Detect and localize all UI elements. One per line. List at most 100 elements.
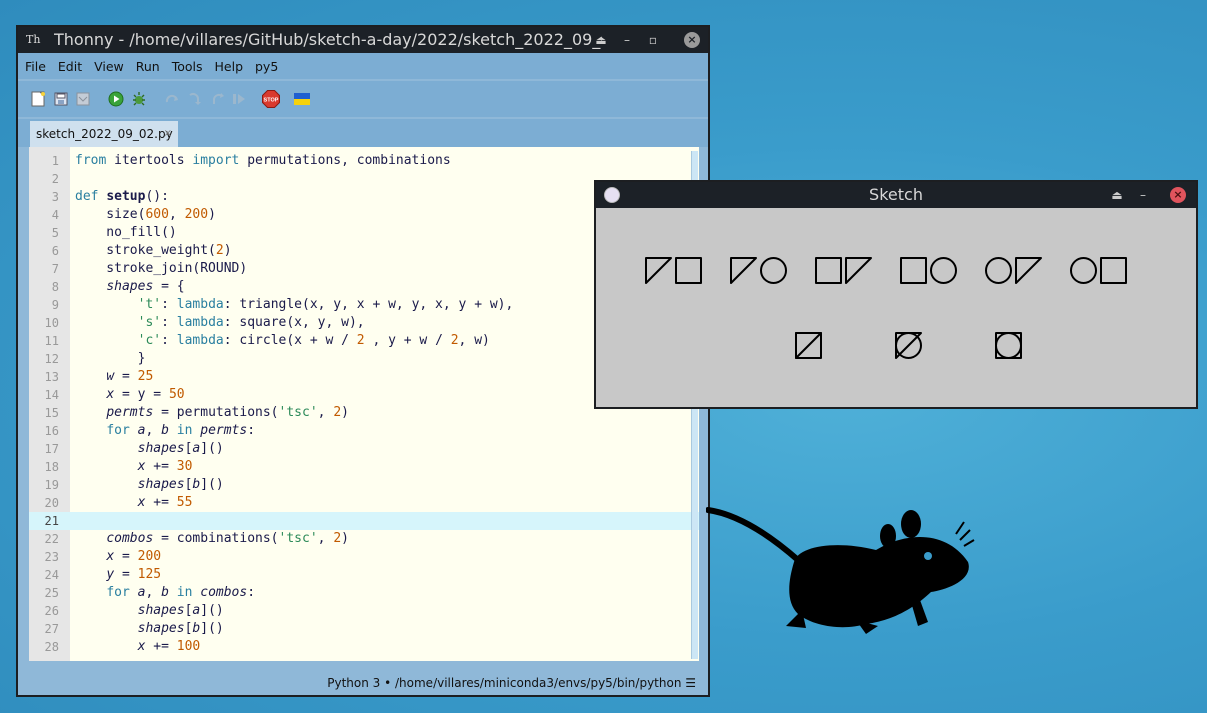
sketch-titlebar[interactable]: Sketch ⏏ – × [596, 182, 1196, 208]
triangle-shape [645, 257, 672, 284]
square-shape [1100, 257, 1127, 284]
line-number: 23 [44, 550, 59, 564]
step-into-icon[interactable] [186, 91, 202, 107]
code-line[interactable]: 19 shapes[b]() [29, 476, 699, 494]
menu-py5[interactable]: py5 [255, 53, 278, 81]
menu-run[interactable]: Run [136, 53, 160, 81]
code-line[interactable]: 24 y = 125 [29, 566, 699, 584]
code-text: w = 25 [106, 369, 154, 384]
sketch-canvas[interactable] [596, 208, 1196, 408]
code-text: } [75, 351, 146, 366]
debug-icon[interactable] [131, 91, 147, 107]
menu-file[interactable]: File [25, 53, 46, 81]
code-text: shapes[a]() [137, 603, 224, 618]
step-out-icon[interactable] [210, 91, 226, 107]
circle-shape [930, 257, 957, 284]
line-number: 20 [44, 496, 59, 510]
circle-shape [985, 257, 1012, 284]
sketch-close-button[interactable]: × [1170, 187, 1186, 203]
circle-shape [995, 332, 1022, 359]
desktop-mouse-logo [706, 507, 975, 634]
circle-shape [1070, 257, 1097, 284]
tab-close-icon[interactable]: × [164, 121, 172, 147]
code-text: stroke_join(ROUND) [75, 261, 248, 276]
thonny-app-icon: Th [26, 33, 41, 46]
line-number: 1 [51, 154, 59, 168]
code-line[interactable]: 18 x += 30 [29, 458, 699, 476]
code-text: shapes = { [106, 279, 185, 294]
code-line[interactable]: 17 shapes[a]() [29, 440, 699, 458]
line-number: 2 [51, 172, 59, 186]
line-number: 13 [44, 370, 59, 384]
stop-icon[interactable]: STOP [262, 90, 280, 108]
code-line[interactable]: 1 from itertools import permutations, com… [29, 152, 699, 170]
code-text: no_fill() [75, 225, 177, 240]
menu-view[interactable]: View [94, 53, 124, 81]
code-text: x += 100 [137, 639, 201, 654]
line-number: 24 [44, 568, 59, 582]
code-text: 't': lambda: triangle(x, y, x + w, y, x,… [137, 297, 514, 312]
save-file-icon[interactable] [75, 91, 91, 107]
line-number: 22 [44, 532, 59, 546]
new-file-icon[interactable] [30, 91, 46, 107]
line-number: 21 [29, 512, 59, 530]
code-line[interactable]: 16 for a, b in permts: [29, 422, 699, 440]
thonny-titlebar[interactable]: Th Thonny - /home/villares/GitHub/sketch… [18, 27, 708, 53]
code-line[interactable]: 26 shapes[a]() [29, 602, 699, 620]
code-text: x = 200 [106, 549, 162, 564]
resume-icon[interactable] [231, 91, 247, 107]
square-shape [815, 257, 842, 284]
code-line[interactable]: 22 combos = combinations('tsc', 2) [29, 530, 699, 548]
line-number: 6 [51, 244, 59, 258]
code-text: stroke_weight(2) [75, 243, 232, 258]
code-text: for a, b in combos: [106, 585, 256, 600]
sketch-window[interactable]: Sketch ⏏ – × [594, 180, 1198, 409]
circle-shape [760, 257, 787, 284]
menu-tools[interactable]: Tools [172, 53, 203, 81]
triangle-shape [795, 332, 822, 359]
square-shape [675, 257, 702, 284]
sketch-shade-button[interactable]: ⏏ [1108, 182, 1126, 208]
toolbar: STOP [18, 81, 708, 117]
tab-sketch-file[interactable]: sketch_2022_09_02.py × [30, 121, 178, 147]
open-file-icon[interactable] [53, 91, 69, 107]
code-line[interactable]: 27 shapes[b]() [29, 620, 699, 638]
line-number: 17 [44, 442, 59, 456]
line-number: 18 [44, 460, 59, 474]
line-number: 3 [51, 190, 59, 204]
code-line[interactable]: 20 x += 55 [29, 494, 699, 512]
sketch-minimize-button[interactable]: – [1134, 182, 1152, 208]
ukraine-flag-icon[interactable] [294, 91, 310, 107]
shade-button[interactable]: ⏏ [592, 27, 610, 53]
code-line[interactable]: 25 for a, b in combos: [29, 584, 699, 602]
line-number: 11 [44, 334, 59, 348]
code-text: shapes[a]() [137, 441, 224, 456]
maximize-button[interactable]: ▫ [644, 27, 662, 53]
code-text: shapes[b]() [137, 477, 224, 492]
line-number: 8 [51, 280, 59, 294]
line-number: 5 [51, 226, 59, 240]
code-line[interactable]: 21 [29, 512, 699, 530]
minimize-button[interactable]: – [618, 27, 636, 53]
code-text: y = 125 [106, 567, 162, 582]
line-number: 15 [44, 406, 59, 420]
line-number: 19 [44, 478, 59, 492]
step-over-icon[interactable] [164, 91, 180, 107]
line-number: 12 [44, 352, 59, 366]
code-text: permts = permutations('tsc', 2) [106, 405, 349, 420]
line-number: 14 [44, 388, 59, 402]
sketch-title: Sketch [869, 185, 923, 204]
code-text: size(600, 200) [75, 207, 216, 222]
line-number: 4 [51, 208, 59, 222]
code-line[interactable]: 23 x = 200 [29, 548, 699, 566]
menu-help[interactable]: Help [215, 53, 244, 81]
line-number: 9 [51, 298, 59, 312]
run-icon[interactable] [108, 91, 124, 107]
interpreter-status[interactable]: Python 3 • /home/villares/miniconda3/env… [327, 671, 696, 695]
line-number: 25 [44, 586, 59, 600]
menu-edit[interactable]: Edit [58, 53, 82, 81]
code-text: x += 30 [137, 459, 193, 474]
close-button[interactable]: × [684, 32, 700, 48]
code-line[interactable]: 28 x += 100 [29, 638, 699, 656]
editor-tabs: sketch_2022_09_02.py × [18, 119, 708, 147]
